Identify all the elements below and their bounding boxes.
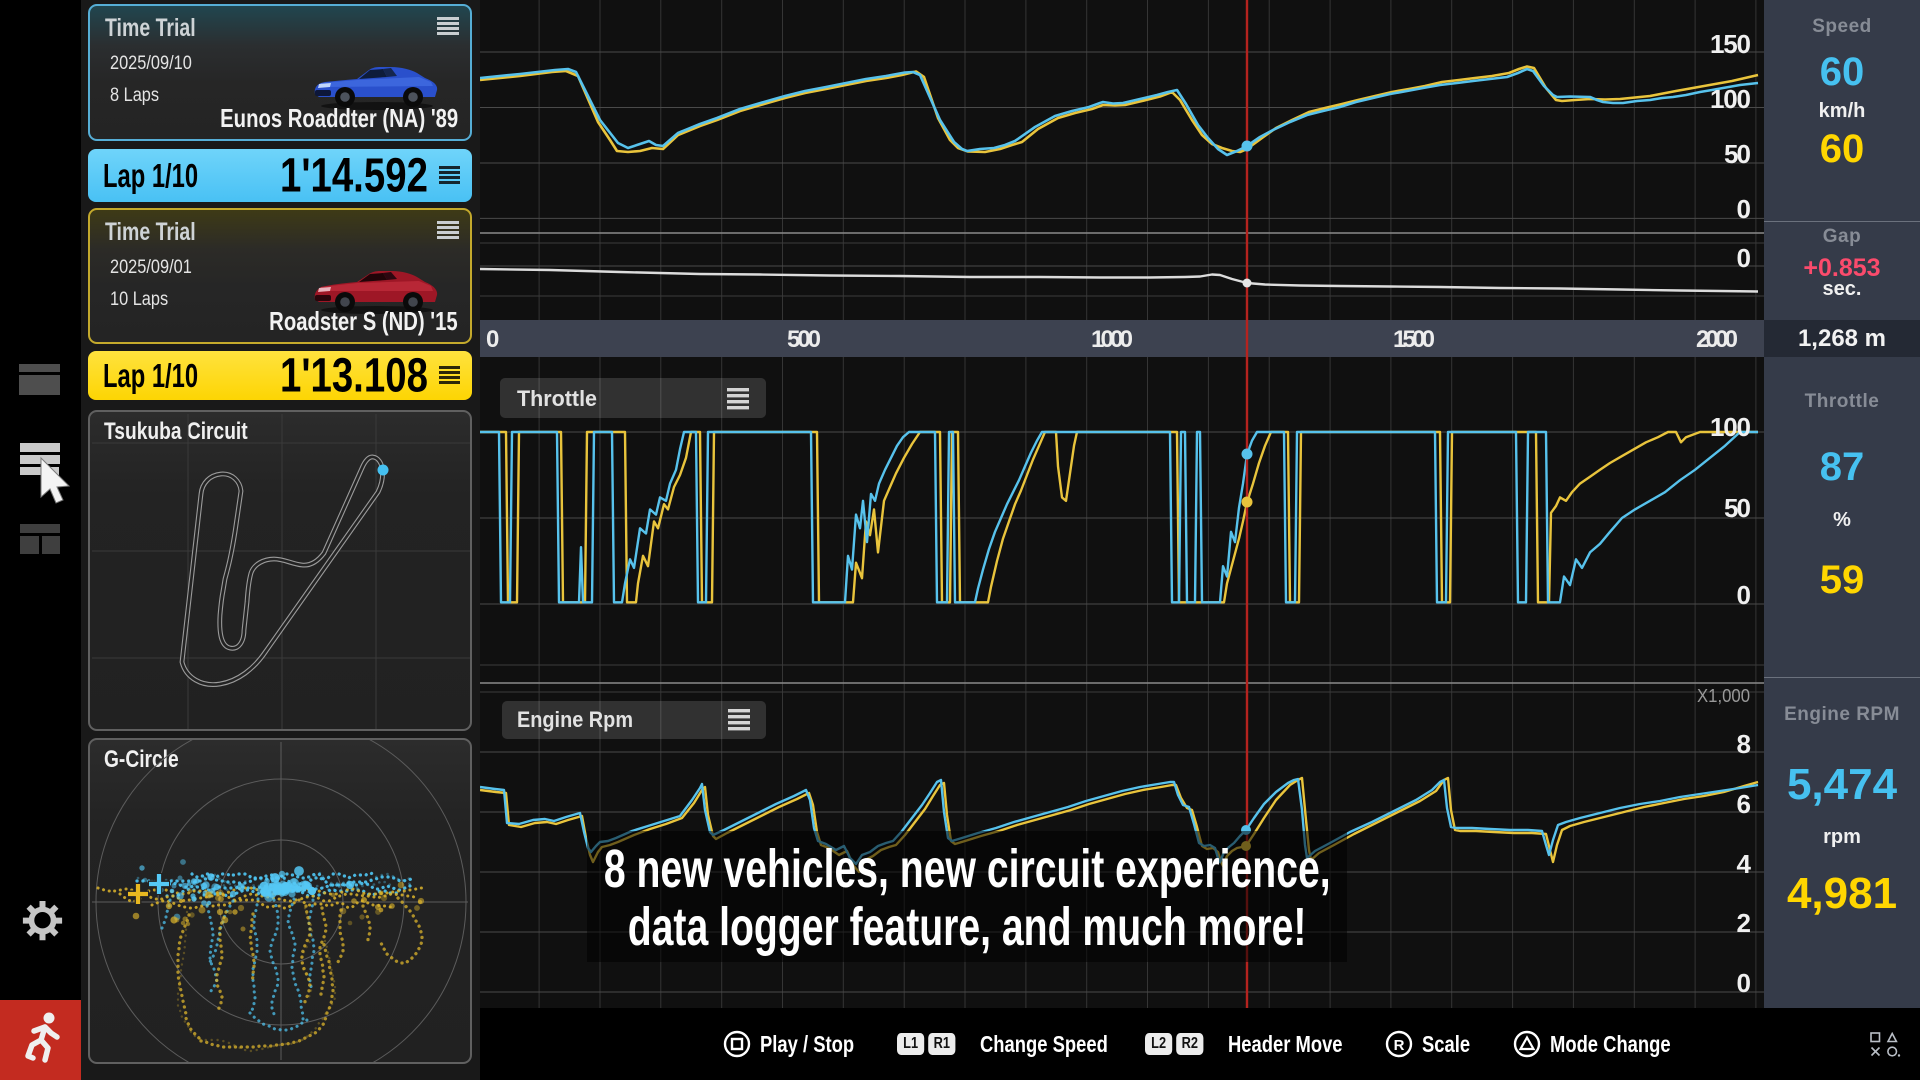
svg-text:0: 0 xyxy=(1737,580,1751,610)
svg-text:50: 50 xyxy=(1724,139,1751,169)
svg-text:2000: 2000 xyxy=(1696,326,1738,353)
svg-text:6: 6 xyxy=(1737,789,1751,819)
svg-text:0: 0 xyxy=(1737,968,1751,998)
svg-text:X1,000: X1,000 xyxy=(1697,686,1750,706)
svg-text:1500: 1500 xyxy=(1393,326,1435,353)
svg-text:Throttle: Throttle xyxy=(517,386,597,411)
svg-text:Engine Rpm: Engine Rpm xyxy=(517,707,633,732)
svg-text:0: 0 xyxy=(1737,243,1751,273)
svg-text:100: 100 xyxy=(1710,412,1751,442)
svg-text:8: 8 xyxy=(1737,729,1751,759)
svg-text:50: 50 xyxy=(1724,493,1751,523)
svg-text:R: R xyxy=(1394,1037,1405,1054)
svg-text:0: 0 xyxy=(1737,194,1751,224)
svg-text:2: 2 xyxy=(1737,908,1751,938)
svg-text:100: 100 xyxy=(1710,84,1751,114)
svg-text:1000: 1000 xyxy=(1091,326,1133,353)
svg-text:0: 0 xyxy=(486,326,499,353)
svg-text:150: 150 xyxy=(1710,29,1751,59)
svg-text:500: 500 xyxy=(787,326,821,353)
svg-text:4: 4 xyxy=(1737,849,1752,879)
